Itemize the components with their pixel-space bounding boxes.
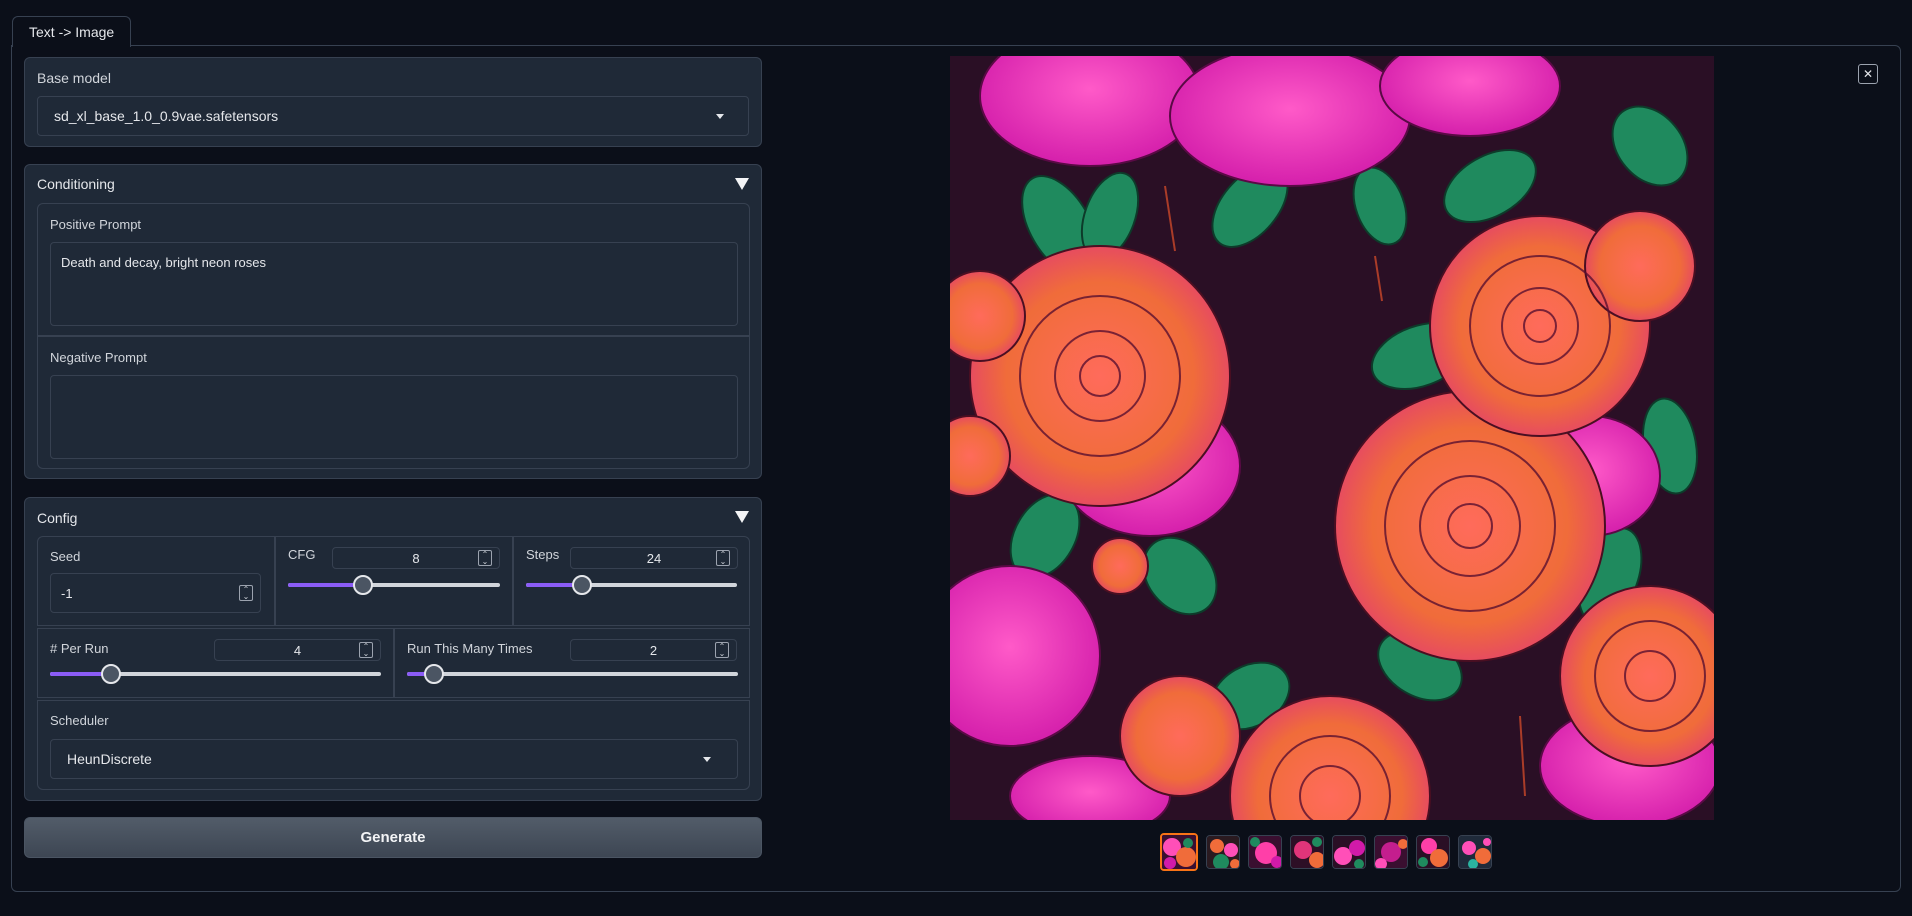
positive-prompt-block: Positive Prompt <box>37 203 750 336</box>
gallery-thumbnail[interactable] <box>1416 835 1450 869</box>
per-run-label: # Per Run <box>50 641 109 656</box>
gallery-thumbnail[interactable] <box>1458 835 1492 869</box>
positive-prompt-label: Positive Prompt <box>50 217 142 232</box>
conditioning-title[interactable]: Conditioning <box>37 176 115 192</box>
run-times-number-input[interactable]: 2 ⌃ ⌄ <box>570 639 737 661</box>
generated-image[interactable] <box>950 56 1714 820</box>
steps-value: 24 <box>646 550 662 566</box>
config-title[interactable]: Config <box>37 510 77 526</box>
cfg-number-input[interactable]: 8 ⌃ ⌄ <box>332 547 500 569</box>
spinner-arrows-icon[interactable]: ⌃ ⌄ <box>716 550 730 566</box>
base-model-dropdown[interactable]: sd_xl_base_1.0_0.9vae.safetensors <box>37 96 749 136</box>
seed-value: -1 <box>61 585 73 601</box>
per-run-slider[interactable] <box>50 664 381 684</box>
spinner-arrows-icon[interactable]: ⌃ ⌄ <box>239 585 253 601</box>
gallery-thumbnail[interactable] <box>1332 835 1366 869</box>
scheduler-value: HeunDiscrete <box>67 751 152 767</box>
cfg-slider-thumb[interactable] <box>353 575 374 595</box>
scheduler-block: Scheduler HeunDiscrete <box>37 700 750 790</box>
spinner-arrows-icon[interactable]: ⌃ ⌄ <box>478 550 492 566</box>
spinner-arrows-icon[interactable]: ⌃ ⌄ <box>715 642 729 658</box>
gallery-thumbnail[interactable] <box>1206 835 1240 869</box>
tab-text-to-image[interactable]: Text -> Image <box>12 16 132 47</box>
cfg-label: CFG <box>288 547 316 562</box>
scheduler-label: Scheduler <box>50 713 109 728</box>
negative-prompt-block: Negative Prompt <box>37 336 750 469</box>
steps-number-input[interactable]: 24 ⌃ ⌄ <box>570 547 738 569</box>
chevron-down-icon <box>716 114 724 119</box>
cfg-slider[interactable] <box>288 575 500 595</box>
per-run-slider-thumb[interactable] <box>100 664 121 684</box>
steps-slider-thumb[interactable] <box>571 575 592 595</box>
positive-prompt-input[interactable] <box>50 242 738 326</box>
gallery-thumbnail[interactable] <box>1160 833 1198 871</box>
per-run-number-input[interactable]: 4 ⌃ ⌄ <box>214 639 381 661</box>
run-times-slider-thumb[interactable] <box>424 664 445 684</box>
conditioning-accordion: Conditioning Positive Prompt Negative Pr… <box>24 164 762 479</box>
negative-prompt-input[interactable] <box>50 375 738 459</box>
seed-block: Seed -1 ⌃ ⌄ <box>37 536 275 626</box>
gallery-thumbnail[interactable] <box>1374 835 1408 869</box>
steps-block: Steps 24 ⌃ ⌄ <box>513 536 750 626</box>
base-model-block: Base model sd_xl_base_1.0_0.9vae.safeten… <box>24 57 762 147</box>
per-run-value: 4 <box>293 642 302 658</box>
gallery-thumbnail[interactable] <box>1290 835 1324 869</box>
collapse-triangle-icon[interactable] <box>735 511 749 523</box>
steps-label: Steps <box>526 547 560 562</box>
steps-slider[interactable] <box>526 575 737 595</box>
scheduler-dropdown[interactable]: HeunDiscrete <box>50 739 738 779</box>
run-times-block: Run This Many Times 2 ⌃ ⌄ <box>394 628 750 698</box>
cfg-value: 8 <box>412 550 420 566</box>
seed-input[interactable]: -1 ⌃ ⌄ <box>50 573 261 613</box>
roses-image <box>950 56 1714 820</box>
config-accordion: Config Seed -1 ⌃ ⌄ CFG 8 ⌃ ⌄ Steps 24 ⌃ ⌄ <box>24 497 762 801</box>
close-icon[interactable]: ✕ <box>1858 64 1878 84</box>
run-times-slider[interactable] <box>407 664 738 684</box>
generate-button[interactable]: Generate <box>24 817 762 858</box>
negative-prompt-label: Negative Prompt <box>50 350 147 365</box>
collapse-triangle-icon[interactable] <box>735 178 749 190</box>
spinner-arrows-icon[interactable]: ⌃ ⌄ <box>359 642 373 658</box>
per-run-block: # Per Run 4 ⌃ ⌄ <box>37 628 394 698</box>
gallery-thumbnails <box>1160 833 1492 871</box>
seed-label: Seed <box>50 549 81 564</box>
chevron-down-icon <box>703 757 711 762</box>
cfg-slider-fill <box>288 583 363 587</box>
cfg-block: CFG 8 ⌃ ⌄ <box>275 536 513 626</box>
run-times-value: 2 <box>649 642 658 658</box>
run-times-label: Run This Many Times <box>407 641 533 656</box>
base-model-label: Base model <box>37 70 111 86</box>
gallery-thumbnail[interactable] <box>1248 835 1282 869</box>
base-model-value: sd_xl_base_1.0_0.9vae.safetensors <box>54 108 279 124</box>
